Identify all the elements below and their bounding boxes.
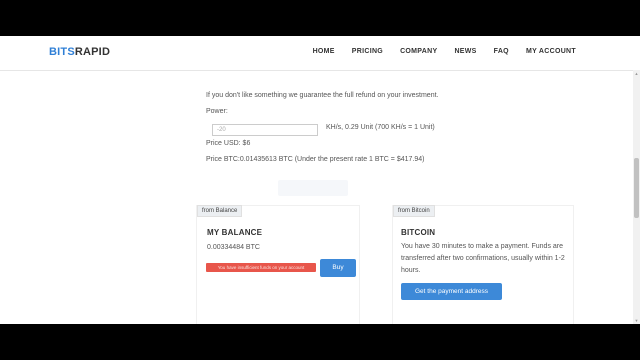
scroll-down-arrow-icon[interactable]: ▼ [634, 318, 639, 323]
top-navbar: BITSRAPID HOME PRICING COMPANY NEWS FAQ … [0, 36, 640, 71]
balance-amount: 0.00334484 BTC [207, 244, 260, 251]
faint-overlay [278, 180, 348, 196]
logo-part-rapid: RAPID [74, 46, 111, 58]
power-label: Power: [206, 108, 228, 115]
nav-faq[interactable]: FAQ [494, 48, 509, 55]
page-scrollbar[interactable]: ▲ ▼ [633, 70, 640, 324]
site-logo[interactable]: BITSRAPID [49, 46, 110, 58]
browser-viewport: BITSRAPID HOME PRICING COMPANY NEWS FAQ … [0, 36, 640, 324]
balance-title: MY BALANCE [207, 228, 263, 237]
balance-panel-tab[interactable]: from Balance [197, 205, 243, 217]
buy-button[interactable]: Buy [320, 259, 356, 277]
nav-my-account[interactable]: MY ACCOUNT [526, 48, 576, 55]
main-nav: HOME PRICING COMPANY NEWS FAQ MY ACCOUNT [313, 48, 576, 55]
price-btc: Price BTC:0.01435613 BTC (Under the pres… [206, 156, 425, 163]
purchase-content: If you don't like something we guarantee… [0, 70, 640, 324]
logo-part-bits: BITS [49, 46, 75, 58]
bitcoin-description-line3: hours. [401, 267, 421, 274]
bitcoin-panel-tab[interactable]: from Bitcoin [393, 205, 435, 217]
bitcoin-description-line1: You have 30 minutes to make a payment. F… [401, 243, 564, 250]
bitcoin-panel: from Bitcoin BITCOIN You have 30 minutes… [392, 205, 574, 324]
scroll-thumb[interactable] [634, 158, 639, 218]
nav-company[interactable]: COMPANY [400, 48, 437, 55]
get-payment-address-button[interactable]: Get the payment address [401, 283, 502, 300]
power-unit-text: KH/s, 0.29 Unit (700 KH/s = 1 Unit) [326, 124, 435, 131]
nav-home[interactable]: HOME [313, 48, 335, 55]
refund-guarantee-text: If you don't like something we guarantee… [206, 92, 439, 99]
scroll-up-arrow-icon[interactable]: ▲ [634, 71, 639, 76]
power-input[interactable]: -20 [212, 124, 318, 136]
insufficient-funds-warning: You have insufficient funds on your acco… [206, 263, 316, 272]
nav-news[interactable]: NEWS [454, 48, 476, 55]
bitcoin-description-line2: transferred after two confirmations, usu… [401, 255, 565, 262]
nav-pricing[interactable]: PRICING [352, 48, 383, 55]
bitcoin-title: BITCOIN [401, 228, 436, 237]
price-usd: Price USD: $6 [206, 140, 251, 147]
